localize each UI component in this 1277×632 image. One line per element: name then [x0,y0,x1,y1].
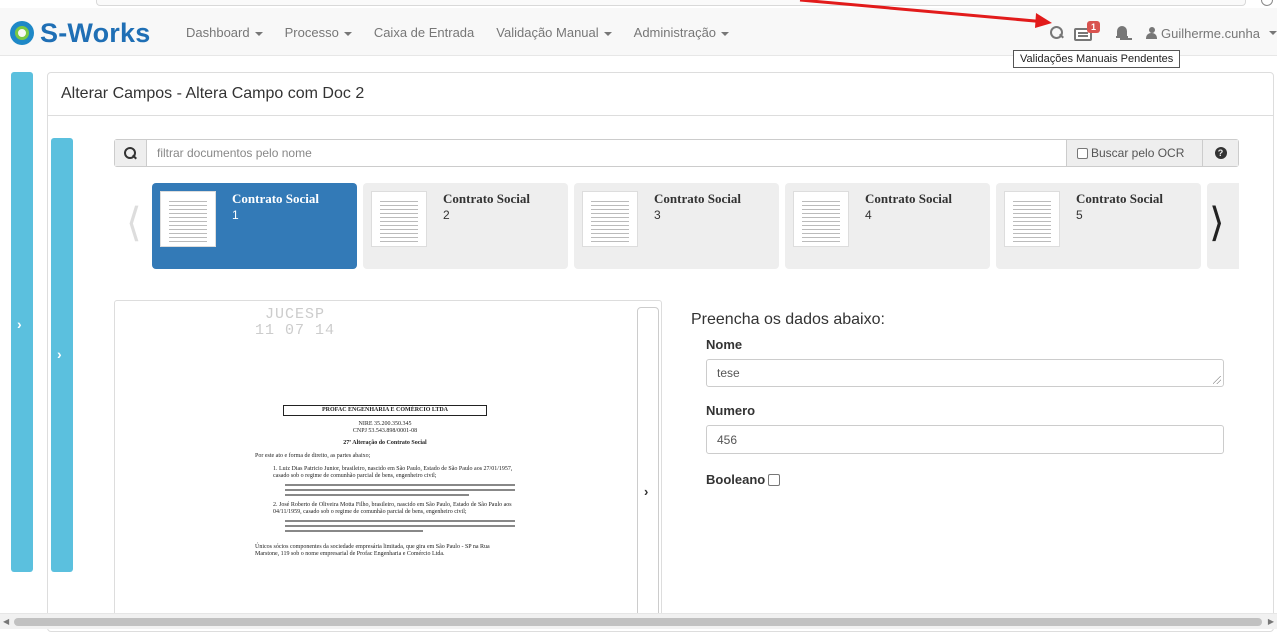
document-number: 2 [443,208,450,222]
document-card[interactable]: Contrato Social 5 [996,183,1201,269]
booleano-checkbox[interactable] [768,473,781,486]
document-page: PROFAC ENGENHARIA E COMÉRCIO LTDA NIRE 3… [255,405,515,558]
user-icon [1146,27,1157,39]
nav-item-caixa-de-entrada[interactable]: Caixa de Entrada [374,25,474,40]
stamp-line: JUCESP [265,306,326,323]
doc-item-1: 1. Luiz Dias Patricio Junior, brasileiro… [273,466,513,479]
document-title: Contrato Social [443,191,531,206]
browser-top-strip [0,0,1277,8]
booleano-label: Booleano [706,472,766,487]
nav-item-label: Validação Manual [496,25,599,40]
caret-down-icon [254,31,263,36]
nav-right: 1 Guilherme.cunha [1050,21,1277,44]
address-bar-edge [96,0,1246,6]
help-button[interactable]: ? [1202,140,1238,166]
doc-item-2: 2. José Roberto de Oliveira Motta Filho,… [273,502,512,515]
stamp-line: 11 07 14 [255,322,336,339]
pending-count-badge: 1 [1087,21,1101,33]
booleano-field[interactable]: Booleano [706,472,781,487]
caret-down-icon [721,31,730,36]
doc-lines [285,520,515,532]
brand[interactable]: S-Works [10,18,150,48]
document-thumbnail [1004,191,1060,247]
resize-handle-icon[interactable] [1213,376,1221,384]
search-addon [115,140,147,166]
doc-alteration: 27ª Alteração do Contrato Social [343,440,427,446]
user-menu[interactable]: Guilherme.cunha [1161,26,1260,41]
form-title: Preencha os dados abaixo: [691,311,885,328]
brand-logo-icon [10,21,34,45]
doc-company: PROFAC ENGENHARIA E COMÉRCIO LTDA [283,405,487,416]
horizontal-scrollbar[interactable]: ◀ ▶ [0,613,1277,629]
nav-item-processo[interactable]: Processo [285,25,352,40]
doc-intro: Por este ato e forma de direito, as part… [255,453,371,459]
chevron-right-icon: › [57,346,62,362]
numero-value: 456 [717,432,738,447]
numero-field[interactable]: 456 [706,425,1224,454]
carousel-next-button[interactable]: ⟩ [1209,200,1225,246]
brand-name: S-Works [40,17,151,48]
caret-down-icon [343,31,352,36]
doc-closing: Únicos sócios componentes da sociedade e… [255,544,490,557]
numero-label: Numero [706,403,756,418]
nav-item-label: Caixa de Entrada [373,25,475,40]
panel-title: Alterar Campos - Altera Campo com Doc 2 [48,73,1273,116]
document-number: 5 [1076,208,1083,222]
nome-label: Nome [706,337,743,352]
doc-cnpj: CNPJ 53.543.898/0001-08 [352,428,418,434]
document-thumbnail [160,191,216,247]
document-card[interactable]: Contrato Social 2 [363,183,568,269]
doc-nire: NIRE 35.200.350.345 [358,421,412,427]
bell-icon[interactable] [1116,26,1128,40]
document-number: 1 [232,208,239,222]
document-title: Contrato Social [654,191,742,206]
carousel-prev-button[interactable]: ⟨ [126,200,142,246]
chevron-right-icon: › [17,316,22,332]
nav-item-administracao[interactable]: Administração [633,25,730,40]
ocr-search-toggle[interactable]: Buscar pelo OCR [1066,140,1202,166]
nav-item-label: Processo [284,25,339,40]
scroll-right-icon[interactable]: ▶ [1268,617,1274,626]
document-card[interactable]: Contrato Social 1 [152,183,357,269]
nome-field[interactable]: tese [706,359,1224,387]
caret-down-icon[interactable] [1269,31,1277,35]
scrollbar-thumb[interactable] [14,618,1262,626]
nav-item-dashboard[interactable]: Dashboard [186,25,263,40]
document-title: Contrato Social [232,191,320,206]
nav-item-validacao-manual[interactable]: Validação Manual [496,25,612,40]
inner-sidebar-toggle[interactable]: › [51,138,73,572]
nav-item-label: Dashboard [186,25,250,40]
outer-sidebar-toggle[interactable]: › [11,72,33,572]
nav-menu: Dashboard Processo Caixa de Entrada Vali… [186,25,751,40]
document-card[interactable]: Contrato Social 4 [785,183,990,269]
document-thumbnail [793,191,849,247]
caret-down-icon [603,31,612,36]
document-number: 4 [865,208,872,222]
document-thumbnail [582,191,638,247]
document-title: Contrato Social [865,191,953,206]
chevron-right-icon: › [644,484,649,499]
question-icon: ? [1214,147,1227,159]
search-input[interactable] [147,140,1066,166]
doc-lines [285,484,515,496]
document-card[interactable]: Contrato Social 3 [574,183,779,269]
nome-value: tese [717,366,740,380]
ocr-checkbox[interactable] [1077,147,1088,159]
search-icon[interactable] [1050,26,1064,40]
document-search: Buscar pelo OCR ? [114,139,1239,167]
navbar: S-Works Dashboard Processo Caixa de Entr… [0,8,1277,56]
document-viewer: JUCESP 11 07 14 PROFAC ENGENHARIA E COMÉ… [114,300,662,620]
tooltip-pending-validations: Validações Manuais Pendentes [1013,50,1181,68]
search-icon [124,146,137,160]
browser-circle-icon [1261,0,1273,6]
jucesp-stamp: JUCESP 11 07 14 [255,307,335,339]
document-number: 3 [654,208,661,222]
viewer-next-button[interactable]: › [637,307,659,619]
document-thumbnail [371,191,427,247]
nav-item-label: Administração [633,25,717,40]
ocr-label: Buscar pelo OCR [1091,146,1185,160]
scroll-left-icon[interactable]: ◀ [3,617,9,626]
pending-validations-icon[interactable]: 1 [1074,21,1101,41]
document-title: Contrato Social [1076,191,1164,206]
